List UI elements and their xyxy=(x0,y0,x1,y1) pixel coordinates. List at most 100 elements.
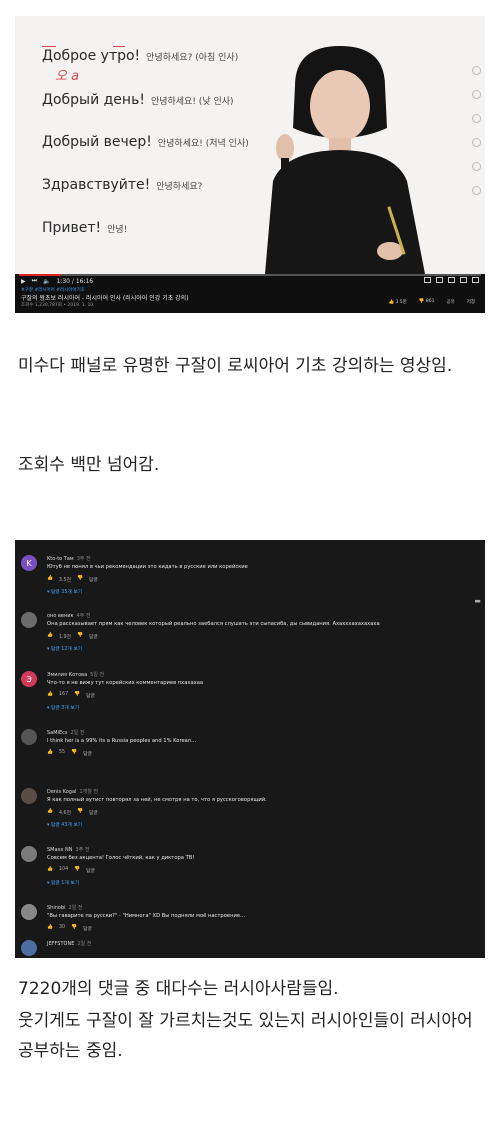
comments-screenshot: ▬ K Kto-to Там 3주 전 Ютуб не понял в чьи рек… xyxy=(15,540,485,958)
reply-button[interactable]: 답글 xyxy=(86,867,95,874)
view-replies-link[interactable]: ▾ 답글 35개 보기 xyxy=(47,588,82,595)
dislike-icon[interactable]: 👎 xyxy=(74,692,80,699)
comment-like-count: 55 xyxy=(58,750,66,755)
view-replies-label: 답글 3개 보기 xyxy=(50,706,80,711)
reply-button[interactable]: 답글 xyxy=(89,576,98,583)
comment-time[interactable]: 2일 전 xyxy=(69,905,83,911)
comment-time[interactable]: 2일 전 xyxy=(70,730,84,736)
phrase-korean: 안녕하세요! (저녁 인사) xyxy=(157,139,249,149)
comment-text: Что-то я не вижу тут корейских комментар… xyxy=(47,680,204,686)
comment-time[interactable]: 3주 전 xyxy=(77,556,91,562)
like-button[interactable]: 👍 3.5만 xyxy=(388,299,406,305)
like-icon[interactable]: 👍 xyxy=(47,576,53,583)
subtitles-icon[interactable] xyxy=(424,277,431,283)
reply-button[interactable]: 답글 xyxy=(83,925,92,932)
like-icon[interactable]: 👍 xyxy=(47,633,53,640)
video-info: #구잘 #러시아어 #러시아어기초 구잘의 왕초보 러시아어 - 러시아어 인사… xyxy=(15,286,485,313)
dislike-icon[interactable]: 👎 xyxy=(77,633,83,640)
comment-actions: 👍 1.9천 👎 답글 xyxy=(47,633,98,640)
view-replies-link[interactable]: ▾ 답글 1개 보기 xyxy=(47,879,79,886)
play-icon[interactable]: ▶ xyxy=(21,278,26,285)
like-icon[interactable]: 👍 xyxy=(47,750,53,757)
page: Доброе утро! 안녕하세요? (아침 인사) 오 а Добрый де… xyxy=(0,0,500,1121)
comment-author[interactable]: SaMiEcs xyxy=(47,730,67,736)
view-replies-label: 답글 1개 보기 xyxy=(50,881,80,886)
dislike-icon[interactable]: 👎 xyxy=(71,925,77,932)
pen-stroke xyxy=(42,46,56,47)
avatar-initial: Э xyxy=(26,674,32,684)
view-replies-label: 답글 12개 보기 xyxy=(50,647,83,652)
circle-icon[interactable] xyxy=(472,138,481,147)
circle-icon[interactable] xyxy=(472,90,481,99)
next-icon[interactable]: ⏭ xyxy=(32,277,37,285)
theater-icon[interactable] xyxy=(460,277,467,283)
comment-author[interactable]: Denis Kogal xyxy=(47,789,76,795)
view-replies-link[interactable]: ▾ 답글 12개 보기 xyxy=(47,645,82,652)
avatar[interactable]: Э xyxy=(21,671,37,687)
dislike-icon[interactable]: 👎 xyxy=(74,867,80,874)
like-icon[interactable]: 👍 xyxy=(47,867,53,874)
view-replies-link[interactable]: ▾ 답글 3개 보기 xyxy=(47,704,79,711)
fullscreen-icon[interactable] xyxy=(472,277,479,283)
comment-author-row: Denis Kogal 1개월 전 xyxy=(47,788,98,795)
dislike-icon[interactable]: 👎 xyxy=(77,809,83,816)
avatar[interactable] xyxy=(21,904,37,920)
dislike-button[interactable]: 👎 861 xyxy=(419,299,435,305)
comment-text: Я как полный аутист повторял за ней, не … xyxy=(47,797,267,803)
reply-button[interactable]: 답글 xyxy=(89,633,98,640)
avatar[interactable] xyxy=(21,788,37,804)
comment-actions: 👍 55 👎 답글 xyxy=(47,750,92,757)
video-frame[interactable]: Доброе утро! 안녕하세요? (아침 인사) 오 а Добрый де… xyxy=(15,16,485,274)
circle-icon[interactable] xyxy=(472,114,481,123)
phrase-russian: Доброе утро! xyxy=(42,48,141,64)
like-icon[interactable]: 👍 xyxy=(47,692,53,699)
comment-time[interactable]: 1개월 전 xyxy=(79,789,98,795)
dislike-icon[interactable]: 👎 xyxy=(71,750,77,757)
comment-time[interactable]: 3주 전 xyxy=(76,847,90,853)
comment-time[interactable]: 4주 전 xyxy=(77,613,91,619)
phrase-korean: 안녕! xyxy=(107,225,128,235)
comment-author[interactable]: SMaxx NN xyxy=(47,847,73,853)
reply-button[interactable]: 답글 xyxy=(89,809,98,816)
phrase-row: Доброе утро! 안녕하세요? (아침 인사) xyxy=(42,48,238,64)
comment-like-count: 4.6천 xyxy=(58,811,72,816)
comment-text: Она рассказывает прям как человек которы… xyxy=(47,621,380,627)
avatar[interactable] xyxy=(21,612,37,628)
phrase-russian: Добрый день! xyxy=(42,92,145,108)
comment-summary-paragraph: 웃기게도 구잘이 잘 가르치는것도 있는지 러시아인들이 러시아어 공부하는 중… xyxy=(18,1011,473,1061)
avatar-initial: K xyxy=(26,558,32,568)
volume-icon[interactable]: 🔈 xyxy=(43,278,50,285)
circle-icon[interactable] xyxy=(472,66,481,75)
comment-time[interactable]: 5일 전 xyxy=(90,672,104,678)
comment-author[interactable]: Kto-to Там xyxy=(47,556,74,562)
settings-icon[interactable] xyxy=(436,277,443,283)
share-button[interactable]: 공유 xyxy=(446,299,454,305)
like-icon[interactable]: 👍 xyxy=(47,925,53,932)
save-button[interactable]: 저장 xyxy=(467,299,475,305)
circle-icon[interactable] xyxy=(472,162,481,171)
dislike-icon[interactable]: 👎 xyxy=(77,576,83,583)
miniplayer-icon[interactable] xyxy=(448,277,455,283)
avatar[interactable] xyxy=(21,729,37,745)
comment-author[interactable]: Эмилия Котова xyxy=(47,672,87,678)
presenter-illustration xyxy=(265,46,425,274)
comment-time[interactable]: 2일 전 xyxy=(77,941,91,947)
reply-button[interactable]: 답글 xyxy=(86,692,95,699)
circle-icon[interactable] xyxy=(472,186,481,195)
comment-author[interactable]: Shinobi xyxy=(47,905,66,911)
progress-bar[interactable] xyxy=(19,274,481,276)
phrase-russian: Здравствуйте! xyxy=(42,177,151,193)
like-icon[interactable]: 👍 xyxy=(47,809,53,816)
comment-author[interactable]: оно веник xyxy=(47,613,74,619)
description-paragraph: 미수다 패널로 유명한 구잘이 로씨아어 기초 강의하는 영상임. xyxy=(18,356,453,376)
comment-author-row: Shinobi 2일 전 xyxy=(47,904,83,911)
comment-author[interactable]: JEFFSTONE xyxy=(47,941,74,947)
video-actions: 👍 3.5만 👎 861 공유 저장 xyxy=(388,299,475,305)
avatar[interactable] xyxy=(21,846,37,862)
reply-button[interactable]: 답글 xyxy=(83,750,92,757)
view-replies-link[interactable]: ▾ 답글 43개 보기 xyxy=(47,821,82,828)
comment-author-row: SMaxx NN 3주 전 xyxy=(47,846,90,853)
comment-text: Ютуб не понял в чьи рекомендации это кид… xyxy=(47,564,248,570)
avatar[interactable] xyxy=(21,940,37,956)
avatar[interactable]: K xyxy=(21,555,37,571)
